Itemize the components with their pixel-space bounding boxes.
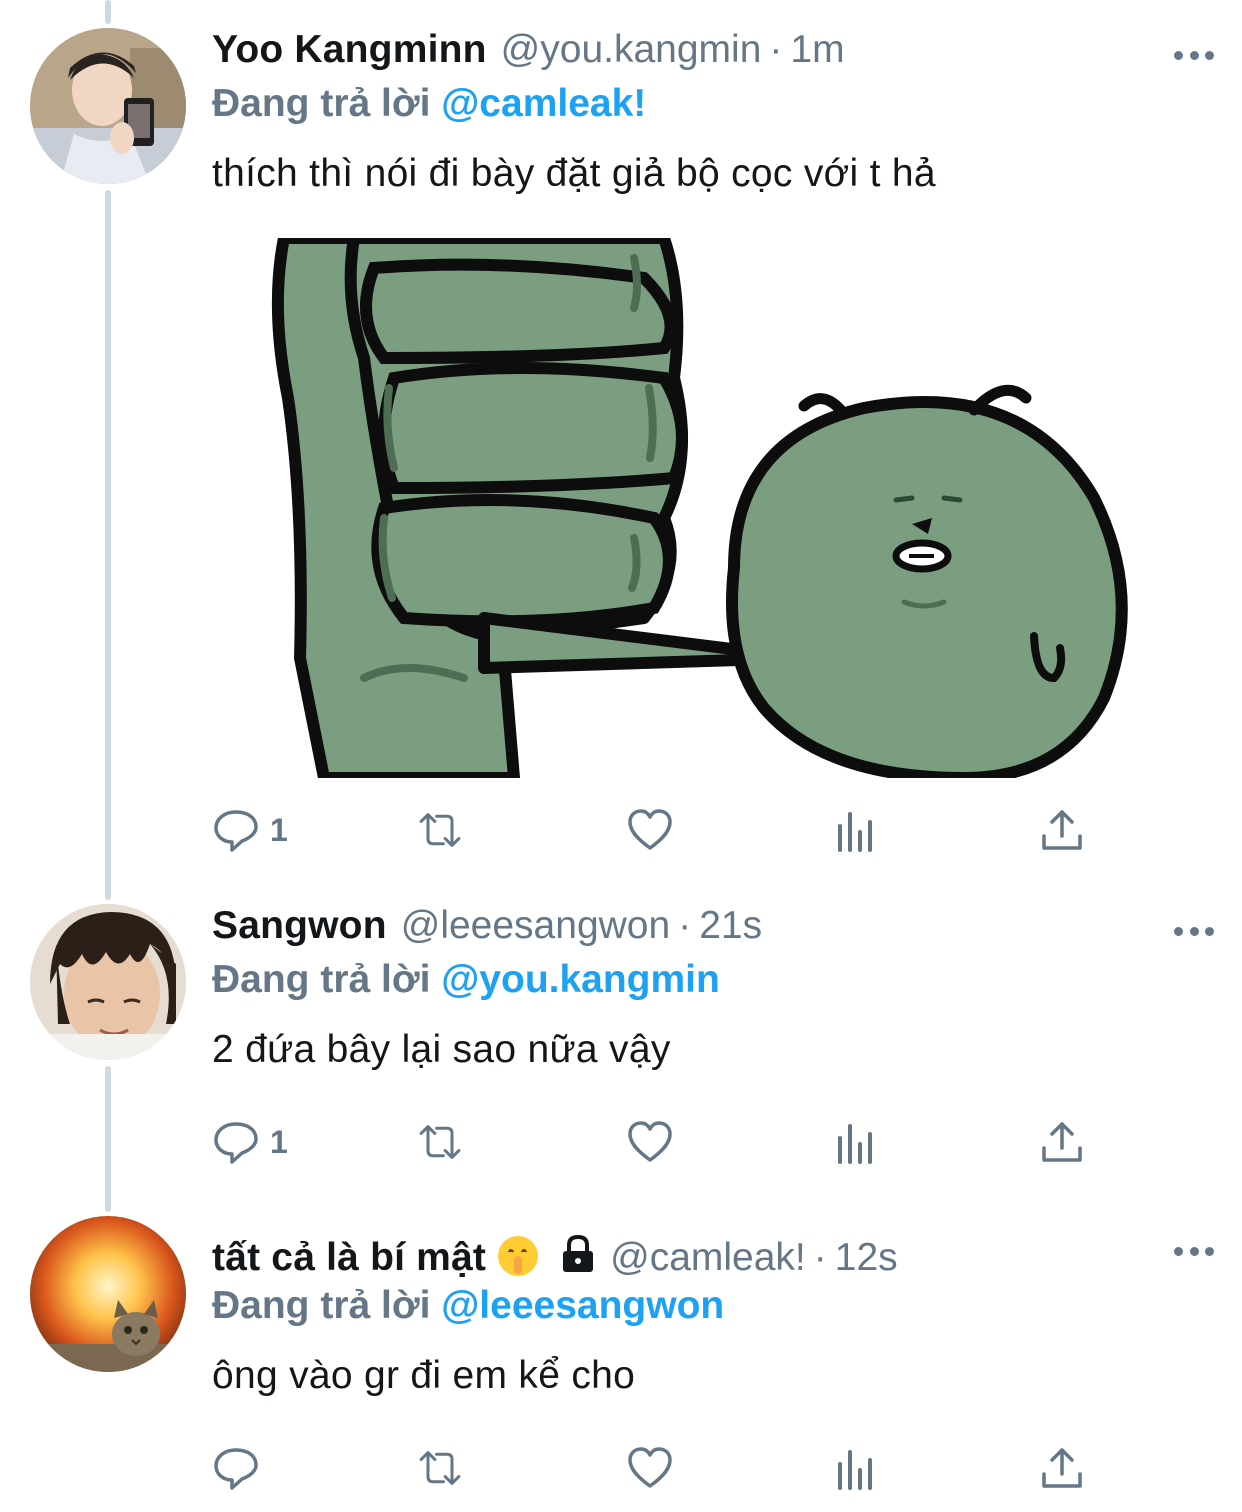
reply-icon — [214, 1448, 258, 1490]
analytics-button[interactable] — [832, 1438, 880, 1498]
analytics-icon — [838, 1450, 872, 1490]
shushing-face-emoji — [498, 1236, 539, 1276]
retweet-button[interactable] — [416, 1438, 464, 1498]
timestamp[interactable]: 1m — [790, 28, 844, 72]
tweet[interactable]: Sangwon @leeesangwon · 21s Đang trả lời … — [0, 880, 1242, 1200]
reply-icon — [214, 1122, 258, 1164]
retweet-icon — [419, 813, 461, 847]
share-icon — [1042, 810, 1082, 850]
avatar[interactable] — [30, 28, 186, 184]
tweet-actions: 1 — [212, 1112, 1112, 1172]
display-name[interactable]: Sangwon — [212, 904, 387, 948]
reply-count: 1 — [270, 811, 288, 848]
tweet[interactable]: tất cả là bí mật @camleak! · 12s Đang tr… — [0, 1200, 1242, 1512]
lock-icon — [560, 1234, 596, 1274]
analytics-button[interactable] — [832, 800, 880, 860]
display-name[interactable]: Yoo Kangminn — [212, 28, 487, 72]
reply-button[interactable] — [212, 1438, 260, 1498]
analytics-button[interactable] — [832, 1112, 880, 1172]
tweet-text: thích thì nói đi bày đặt giả bộ cọc với … — [212, 152, 936, 195]
tweet-media[interactable] — [264, 238, 1170, 778]
analytics-icon — [838, 812, 872, 852]
retweet-icon — [419, 1451, 461, 1485]
thumbs-down-sticker — [264, 238, 1170, 778]
replying-to-label: Đang trả lời — [212, 82, 431, 125]
replying-to: Đang trả lời @camleak! — [212, 82, 646, 126]
tweet-header: tất cả là bí mật @camleak! · 12s — [212, 1230, 1122, 1282]
separator: · — [813, 1236, 827, 1279]
replying-to: Đang trả lời @you.kangmin — [212, 958, 720, 1002]
avatar[interactable] — [30, 904, 186, 1060]
tweet-header: Sangwon @leeesangwon · 21s — [212, 904, 1122, 956]
mention-link[interactable]: @leeesangwon — [441, 1284, 724, 1327]
retweet-icon — [419, 1125, 461, 1159]
reply-icon — [214, 810, 258, 852]
reply-button[interactable]: 1 — [212, 1112, 288, 1172]
tweet-text: 2 đứa bây lại sao nữa vậy — [212, 1028, 671, 1071]
timestamp[interactable]: 12s — [835, 1236, 898, 1280]
separator: · — [769, 28, 783, 71]
tweet-header: Yoo Kangminn @you.kangmin · 1m — [212, 28, 1122, 80]
analytics-icon — [838, 1124, 872, 1164]
share-button[interactable] — [1038, 1112, 1086, 1172]
like-button[interactable] — [626, 1112, 674, 1172]
replying-to-label: Đang trả lời — [212, 958, 431, 1001]
tweet-actions: 1 — [212, 800, 1112, 860]
timestamp[interactable]: 21s — [699, 904, 762, 948]
mention-link[interactable]: @you.kangmin — [441, 958, 720, 1001]
username[interactable]: @camleak! — [610, 1236, 806, 1280]
tweet-actions — [212, 1438, 1112, 1498]
reply-count: 1 — [270, 1123, 288, 1160]
retweet-button[interactable] — [416, 1112, 464, 1172]
retweet-button[interactable] — [416, 800, 464, 860]
share-button[interactable] — [1038, 800, 1086, 860]
more-icon[interactable] — [1174, 1241, 1214, 1261]
username[interactable]: @you.kangmin — [501, 28, 762, 72]
separator: · — [678, 904, 692, 947]
tweet[interactable]: Yoo Kangminn @you.kangmin · 1m Đang trả … — [0, 0, 1242, 880]
share-icon — [1042, 1122, 1082, 1162]
like-icon — [628, 1121, 672, 1162]
share-button[interactable] — [1038, 1438, 1086, 1498]
like-icon — [628, 809, 672, 850]
like-button[interactable] — [626, 1438, 674, 1498]
mention-link[interactable]: @camleak! — [441, 82, 646, 125]
replying-to: Đang trả lời @leeesangwon — [212, 1284, 724, 1328]
more-icon[interactable] — [1174, 45, 1214, 65]
tweet-text: ông vào gr đi em kể cho — [212, 1354, 636, 1397]
share-icon — [1042, 1448, 1082, 1488]
like-button[interactable] — [626, 800, 674, 860]
like-icon — [628, 1447, 672, 1488]
more-icon[interactable] — [1174, 921, 1214, 941]
replying-to-label: Đang trả lời — [212, 1284, 431, 1327]
avatar[interactable] — [30, 1216, 186, 1372]
username[interactable]: @leeesangwon — [401, 904, 670, 948]
reply-button[interactable]: 1 — [212, 800, 288, 860]
display-name[interactable]: tất cả là bí mật — [212, 1236, 486, 1280]
